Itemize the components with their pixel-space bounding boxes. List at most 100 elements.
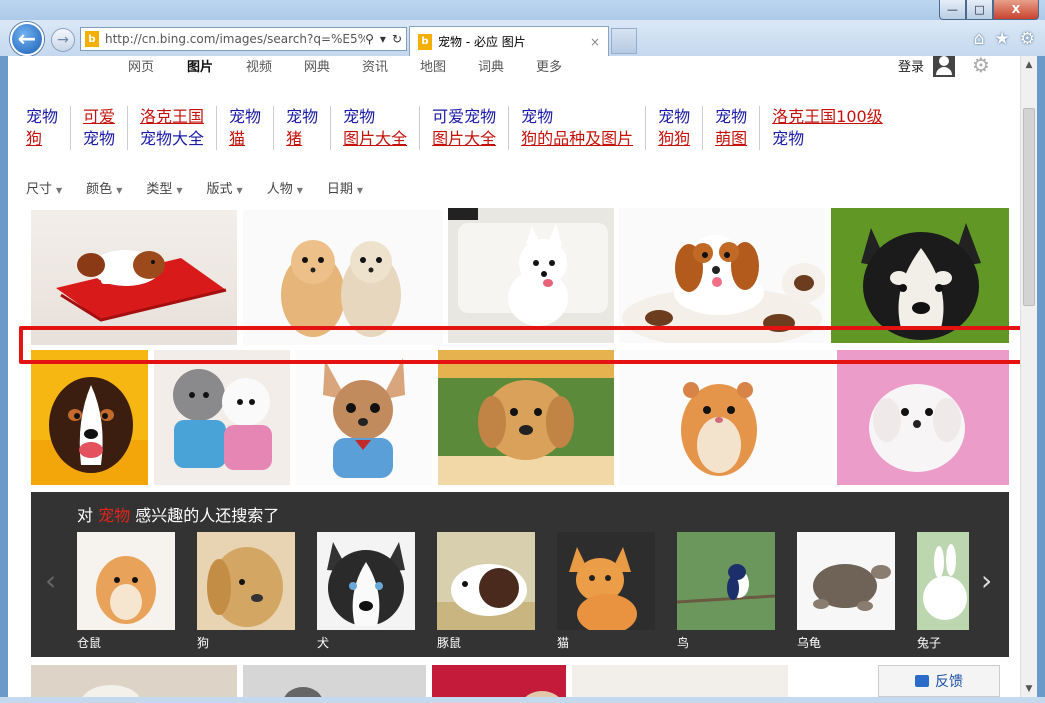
nav-more[interactable]: 更多 xyxy=(536,56,562,75)
related-search-line1[interactable]: 宠物 xyxy=(343,106,407,128)
related-search-item[interactable]: 洛克王国100级 宠物 xyxy=(760,106,895,150)
related-search-item[interactable]: 宠物 狗的品种及图片 xyxy=(509,106,647,150)
related-label[interactable]: 鸟 xyxy=(677,634,689,651)
related-thumb-dog[interactable] xyxy=(197,532,295,630)
image-result-hamster[interactable] xyxy=(619,350,832,485)
related-thumb-guinea-pig[interactable] xyxy=(437,532,535,630)
image-result-row3-4[interactable] xyxy=(572,665,788,697)
related-search-line2[interactable]: 狗的品种及图片 xyxy=(521,128,633,150)
login-link[interactable]: 登录 xyxy=(898,56,924,75)
scroll-down-icon[interactable]: ▼ xyxy=(1021,680,1037,697)
back-button[interactable]: ← xyxy=(10,22,44,56)
minimize-button[interactable]: — xyxy=(939,0,966,20)
image-result-row3-1[interactable] xyxy=(31,665,237,697)
close-window-button[interactable]: X xyxy=(993,0,1039,20)
image-result-spaniel-red-pillow[interactable] xyxy=(31,210,237,345)
related-search-item[interactable]: 可爱宠物 图片大全 xyxy=(420,106,510,150)
filter-dropdown[interactable]: 日期 ▼ xyxy=(327,178,363,197)
carousel-next-icon[interactable]: › xyxy=(981,564,992,597)
nav-web[interactable]: 网页 xyxy=(128,56,154,75)
nav-news[interactable]: 资讯 xyxy=(362,56,388,75)
related-search-line2[interactable]: 狗 xyxy=(26,128,58,150)
related-label[interactable]: 犬 xyxy=(317,634,329,651)
tab-bing-images[interactable]: b 宠物 - 必应 图片 × xyxy=(409,26,609,56)
filter-dropdown[interactable]: 类型 ▼ xyxy=(146,178,182,197)
nav-images[interactable]: 图片 xyxy=(187,56,213,75)
related-search-item[interactable]: 洛克王国 宠物大全 xyxy=(128,106,218,150)
carousel-prev-icon[interactable]: ‹ xyxy=(45,564,56,597)
scroll-up-icon[interactable]: ▲ xyxy=(1021,56,1037,73)
image-result-row3-3[interactable] xyxy=(432,665,566,697)
related-search-line2[interactable]: 宠物 xyxy=(83,128,115,150)
related-search-item[interactable]: 宠物狗 xyxy=(26,106,72,150)
nav-dict-net[interactable]: 网典 xyxy=(304,56,330,75)
related-thumb-husky[interactable] xyxy=(317,532,415,630)
related-search-line2[interactable]: 宠物大全 xyxy=(140,128,204,150)
filter-dropdown[interactable]: 人物 ▼ xyxy=(267,178,303,197)
related-search-line2[interactable]: 狗狗 xyxy=(658,128,690,150)
related-label[interactable]: 仓鼠 xyxy=(77,634,101,651)
image-result-golden-retriever[interactable] xyxy=(438,350,614,485)
related-search-line1[interactable]: 洛克王国 xyxy=(140,106,204,128)
related-search-line1[interactable]: 宠物 xyxy=(658,106,690,128)
related-search-item[interactable]: 可爱 宠物 xyxy=(71,106,129,150)
image-result-row3-2[interactable] xyxy=(243,665,426,697)
related-thumb-rabbit[interactable] xyxy=(917,532,969,630)
nav-maps[interactable]: 地图 xyxy=(420,56,446,75)
related-search-line1[interactable]: 可爱宠物 xyxy=(432,106,496,128)
image-result-westie-chair[interactable] xyxy=(448,208,614,343)
tools-gear-icon[interactable]: ⚙ xyxy=(1020,29,1035,49)
url-text[interactable]: http://cn.bing.com/images/search?q=%E5% xyxy=(105,32,365,46)
related-search-line1[interactable]: 宠物 xyxy=(286,106,318,128)
image-result-spaniel-cushion[interactable] xyxy=(619,208,825,343)
related-label[interactable]: 豚鼠 xyxy=(437,634,461,651)
filter-dropdown[interactable]: 颜色 ▼ xyxy=(86,178,122,197)
related-search-line1[interactable]: 宠物 xyxy=(26,106,58,128)
filter-dropdown[interactable]: 版式 ▼ xyxy=(207,178,243,197)
settings-gear-icon[interactable]: ⚙ xyxy=(972,56,990,77)
related-search-line1[interactable]: 可爱 xyxy=(83,106,115,128)
related-search-item[interactable]: 宠物猫 xyxy=(217,106,275,150)
vertical-scrollbar[interactable]: ▲ ▼ xyxy=(1020,56,1037,697)
filter-dropdown[interactable]: 尺寸 ▼ xyxy=(26,178,62,197)
related-label[interactable]: 猫 xyxy=(557,634,569,651)
related-search-line2[interactable]: 猫 xyxy=(229,128,261,150)
related-thumb-hamster[interactable] xyxy=(77,532,175,630)
related-search-item[interactable]: 宠物猪 xyxy=(274,106,332,150)
refresh-icon[interactable]: ↻ xyxy=(392,32,402,46)
related-search-line2[interactable]: 图片大全 xyxy=(432,128,496,150)
related-search-item[interactable]: 宠物 狗狗 xyxy=(646,106,704,150)
tab-close-icon[interactable]: × xyxy=(590,35,608,49)
related-search-line1[interactable]: 洛克王国100级 xyxy=(772,106,883,128)
image-result-poodles-costume[interactable] xyxy=(154,350,290,485)
dropdown-icon[interactable]: ▾ xyxy=(380,32,386,46)
new-tab-button[interactable] xyxy=(611,28,637,54)
search-icon[interactable]: ⚲ xyxy=(365,32,374,46)
image-result-yorkie-shirt[interactable] xyxy=(295,350,432,485)
related-search-line2[interactable]: 图片大全 xyxy=(343,128,407,150)
related-label[interactable]: 狗 xyxy=(197,634,209,651)
related-label[interactable]: 乌龟 xyxy=(797,634,821,651)
related-search-line2[interactable]: 猪 xyxy=(286,128,318,150)
avatar-icon[interactable] xyxy=(933,56,955,77)
related-thumb-turtle[interactable] xyxy=(797,532,895,630)
nav-dictionary[interactable]: 词典 xyxy=(478,56,504,75)
related-thumb-cat[interactable] xyxy=(557,532,655,630)
related-search-line2[interactable]: 宠物 xyxy=(772,128,883,150)
image-result-white-puppy-pink[interactable] xyxy=(837,350,1009,485)
related-search-item[interactable]: 宠物 图片大全 xyxy=(331,106,421,150)
scrollbar-thumb[interactable] xyxy=(1023,108,1035,306)
favorites-star-icon[interactable]: ★ xyxy=(995,29,1010,49)
forward-button[interactable]: → xyxy=(51,28,75,52)
related-thumb-bird[interactable] xyxy=(677,532,775,630)
related-search-line1[interactable]: 宠物 xyxy=(715,106,747,128)
related-search-line1[interactable]: 宠物 xyxy=(229,106,261,128)
home-icon[interactable]: ⌂ xyxy=(974,29,985,49)
nav-video[interactable]: 视频 xyxy=(246,56,272,75)
related-label[interactable]: 兔子 xyxy=(917,634,941,651)
address-bar[interactable]: b http://cn.bing.com/images/search?q=%E5… xyxy=(80,27,407,51)
maximize-button[interactable]: □ xyxy=(966,0,993,20)
image-result-collie-yellow[interactable] xyxy=(31,350,148,485)
image-result-husky-puppy[interactable] xyxy=(831,208,1009,343)
image-result-pomeranians[interactable] xyxy=(243,210,443,345)
